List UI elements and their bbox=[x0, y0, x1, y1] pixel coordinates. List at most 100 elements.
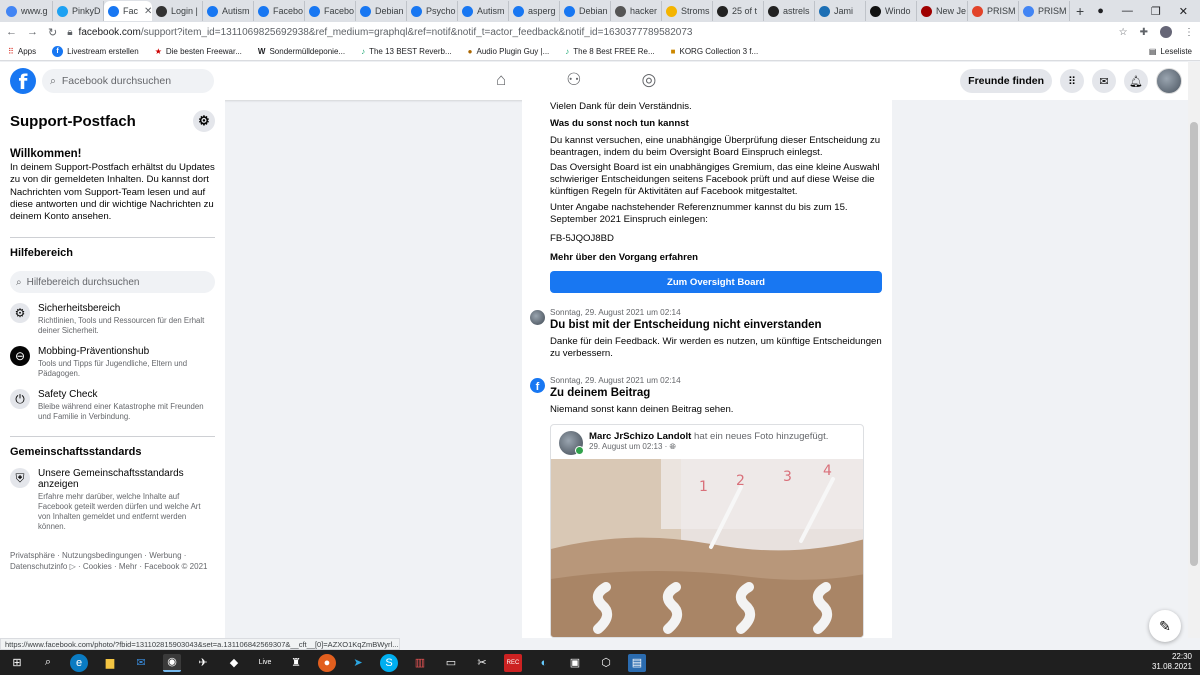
browser-tab[interactable]: Autism bbox=[203, 1, 254, 21]
browser-tab[interactable]: Windo bbox=[866, 1, 917, 21]
link-status-bar: https://www.facebook.com/photo/?fbid=131… bbox=[0, 638, 400, 650]
profile-icon[interactable]: ● bbox=[1097, 5, 1104, 17]
post-preview-card[interactable]: Marc JrSchizo Landolt hat ein neues Foto… bbox=[550, 424, 864, 638]
browser-tab[interactable]: asperg bbox=[509, 1, 560, 21]
bookmark-item[interactable]: ♪ The 8 Best FREE Re... bbox=[565, 47, 654, 56]
browser-tab[interactable]: Stroms bbox=[662, 1, 713, 21]
taskbar-clock[interactable]: 22:30 31.08.2021 bbox=[1152, 652, 1192, 672]
sidebar-item-safety-center[interactable]: ⚙ Sicherheitsbereich Richtlinien, Tools u… bbox=[10, 303, 215, 336]
url-field[interactable]: 🔒︎ facebook.com/support?item_id=13110698… bbox=[67, 23, 1108, 41]
close-tab-icon[interactable]: ✕ bbox=[144, 6, 152, 17]
app-icon[interactable]: ● bbox=[318, 653, 336, 672]
app-icon[interactable]: ✈ bbox=[194, 654, 212, 672]
browser-tab[interactable]: PRISM bbox=[1019, 1, 1070, 21]
gear-icon[interactable]: ⚙ bbox=[193, 110, 215, 132]
browser-tab[interactable]: Facebo bbox=[305, 1, 356, 21]
app-icon[interactable]: ◐ bbox=[535, 654, 553, 672]
bookmark-apps[interactable]: ⠿ Apps bbox=[8, 47, 36, 56]
tab-label: Facebo bbox=[273, 6, 304, 16]
post-photo[interactable]: 1 2 3 4 bbox=[551, 459, 863, 637]
profile-avatar-icon[interactable] bbox=[1160, 26, 1172, 38]
friends-icon[interactable]: ⚇ bbox=[566, 70, 581, 90]
help-search-input[interactable]: ⌕ Hilfebereich durchsuchen bbox=[10, 271, 215, 294]
mail-icon[interactable]: ✉ bbox=[132, 654, 150, 672]
browser-tab[interactable]: PRISM bbox=[968, 1, 1019, 21]
app-icon[interactable]: Live bbox=[256, 654, 274, 672]
windows-start-icon[interactable]: ⊞ bbox=[8, 654, 26, 672]
browser-tab[interactable]: Login | bbox=[152, 1, 203, 21]
browser-tab[interactable]: Facebo bbox=[254, 1, 305, 21]
chrome-icon[interactable]: ◉ bbox=[163, 653, 181, 672]
messenger-icon[interactable]: ✉ bbox=[1092, 69, 1116, 93]
new-tab-button[interactable]: + bbox=[1070, 3, 1090, 19]
post-author[interactable]: Marc JrSchizo Landolt bbox=[589, 431, 691, 442]
menu-grid-icon[interactable]: ⠿ bbox=[1060, 69, 1084, 93]
browser-tab[interactable]: 25 of t bbox=[713, 1, 764, 21]
notifications-bell-icon[interactable]: 🔔︎ bbox=[1124, 69, 1148, 93]
file-explorer-icon[interactable]: ▆ bbox=[101, 654, 119, 672]
browser-tab[interactable]: Debian bbox=[560, 1, 611, 21]
minimize-button[interactable]: — bbox=[1122, 5, 1133, 17]
profile-avatar[interactable] bbox=[1156, 68, 1182, 94]
browser-tab[interactable]: Jami bbox=[815, 1, 866, 21]
app-icon[interactable]: ▥ bbox=[411, 654, 429, 672]
maximize-button[interactable]: ❐ bbox=[1151, 5, 1161, 18]
close-window-button[interactable]: ✕ bbox=[1179, 5, 1188, 18]
reading-list-button[interactable]: ▤ Leseliste bbox=[1149, 47, 1192, 56]
bookmark-star-icon[interactable]: ☆ bbox=[1119, 27, 1128, 38]
page-scrollbar[interactable] bbox=[1188, 62, 1200, 638]
sidebar-item-community-standards[interactable]: ⛨ Unsere Gemeinschaftsstandards anzeigen… bbox=[10, 468, 215, 532]
app-icon[interactable]: ◆ bbox=[225, 654, 243, 672]
app-icon[interactable]: REC bbox=[504, 653, 522, 672]
new-message-edit-icon[interactable]: ✎ bbox=[1149, 610, 1181, 642]
bookmark-item[interactable]: ■ KORG Collection 3 f... bbox=[671, 47, 759, 56]
edge-icon[interactable]: e bbox=[70, 653, 88, 672]
skype-icon[interactable]: S bbox=[380, 653, 398, 672]
sidebar-item-bullying-hub[interactable]: ⊖ Mobbing-Präventionshub Tools und Tipps … bbox=[10, 346, 215, 379]
browser-tab[interactable]: PinkyD bbox=[53, 1, 104, 21]
post-time[interactable]: 29. August um 02:13 · bbox=[589, 442, 670, 451]
sidebar-item-safety-check[interactable]: ⏻ Safety Check Bleibe während einer Katas… bbox=[10, 389, 215, 422]
scrollbar-thumb[interactable] bbox=[1190, 122, 1198, 566]
back-icon[interactable]: ← bbox=[6, 26, 17, 38]
sidebar-item-title: Mobbing-Präventionshub bbox=[38, 346, 150, 358]
facebook-logo-icon[interactable]: f bbox=[10, 68, 36, 94]
find-friends-button[interactable]: Freunde finden bbox=[960, 69, 1052, 93]
post-title: Marc JrSchizo Landolt hat ein neues Foto… bbox=[589, 431, 828, 442]
bookmark-item[interactable]: W Sondermülldeponie... bbox=[258, 47, 345, 56]
tab-label: Facebo bbox=[324, 6, 355, 16]
browser-tab[interactable]: Debian bbox=[356, 1, 407, 21]
reload-icon[interactable]: ↻ bbox=[48, 26, 57, 39]
bookmark-item[interactable]: ● Audio Plugin Guy |... bbox=[468, 47, 550, 56]
header-right-actions: Freunde finden ⠿ ✉ 🔔︎ bbox=[960, 68, 1182, 94]
bookmark-item[interactable]: f Livestream erstellen bbox=[52, 45, 139, 57]
extensions-icon[interactable]: ✚ bbox=[1140, 27, 1148, 38]
bookmark-item[interactable]: ♪ The 13 BEST Reverb... bbox=[361, 47, 452, 56]
menu-icon[interactable]: ⋮ bbox=[1184, 27, 1194, 38]
browser-tab[interactable]: New Je bbox=[917, 1, 968, 21]
app-icon[interactable]: ✂ bbox=[473, 654, 491, 672]
footer-links[interactable]: Privatsphäre · Nutzungsbedingungen · Wer… bbox=[10, 550, 215, 572]
browser-tab[interactable]: astrels bbox=[764, 1, 815, 21]
telegram-icon[interactable]: ➤ bbox=[349, 654, 367, 672]
oversight-board-button[interactable]: Zum Oversight Board bbox=[550, 271, 882, 293]
app-icon[interactable]: ♜ bbox=[287, 654, 305, 672]
forward-icon[interactable]: → bbox=[27, 26, 38, 38]
app-icon[interactable]: ▤ bbox=[628, 653, 646, 672]
browser-tab[interactable]: www.g bbox=[2, 1, 53, 21]
avatar[interactable] bbox=[559, 431, 584, 455]
app-icon[interactable]: ⬡ bbox=[597, 654, 615, 672]
browser-tab[interactable]: hacker bbox=[611, 1, 662, 21]
browser-tab[interactable]: Psycho bbox=[407, 1, 458, 21]
learn-more-link[interactable]: Mehr über den Vorgang erfahren bbox=[550, 252, 884, 264]
search-icon[interactable]: ⌕ bbox=[39, 654, 57, 672]
facebook-search-input[interactable]: ⌕ Facebook durchsuchen bbox=[42, 69, 214, 93]
groups-icon[interactable]: ◎ bbox=[642, 70, 657, 90]
tab-label: Debian bbox=[579, 6, 608, 16]
bookmark-item[interactable]: ★ Die besten Freewar... bbox=[155, 47, 242, 56]
home-icon[interactable]: ⌂ bbox=[496, 70, 506, 90]
browser-tab[interactable]: Autism bbox=[458, 1, 509, 21]
app-icon[interactable]: ▣ bbox=[566, 654, 584, 672]
browser-tab[interactable]: Fac ✕ bbox=[104, 1, 152, 21]
app-icon[interactable]: ▭ bbox=[442, 654, 460, 672]
